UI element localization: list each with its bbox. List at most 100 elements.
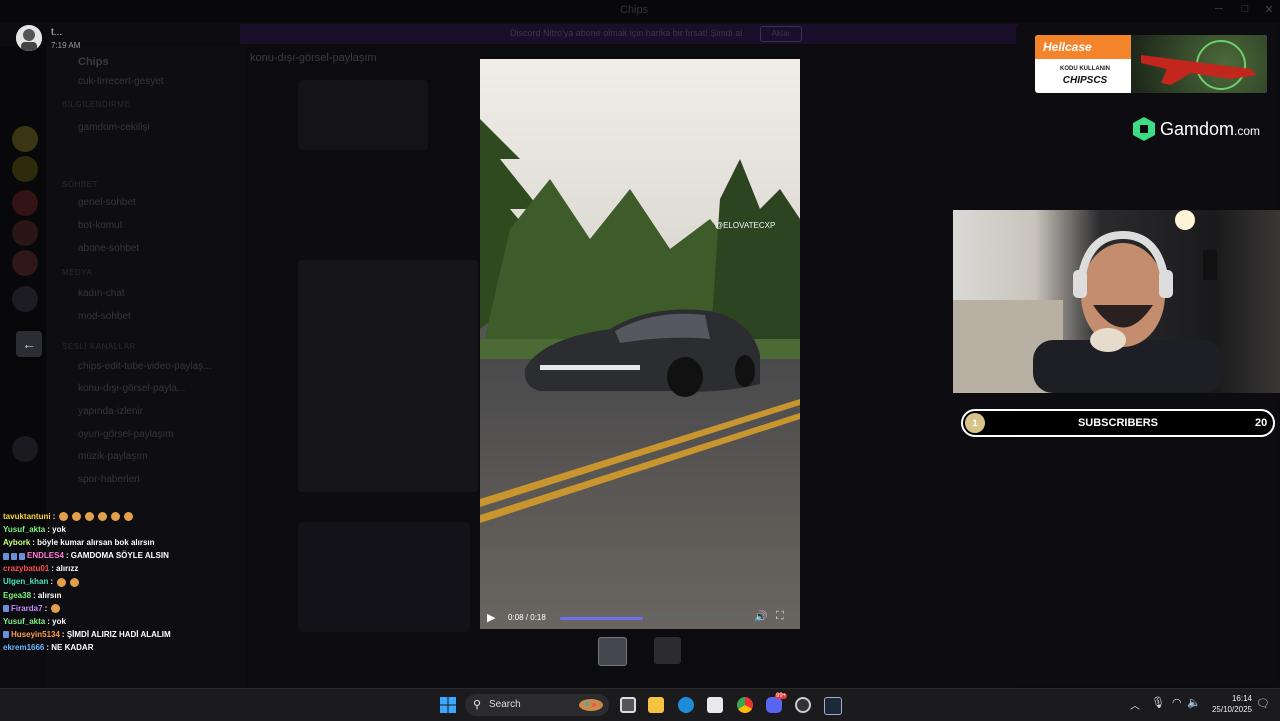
server-icon (12, 156, 38, 182)
chat-text: ŞİMDİ ALIRIZ HADİ ALALIM (66, 629, 171, 639)
chat-username: ekrem1666 (3, 642, 45, 652)
channel-header: konu-dışı-görsel-paylaşım (250, 52, 377, 64)
channel-item: chips-edit-tube-video-paylaş... (78, 361, 212, 372)
seek-bar-progress (560, 617, 643, 620)
video-time: 0:08 / 0:18 (508, 613, 546, 622)
discord-icon[interactable] (766, 697, 782, 713)
chat-username: Yusuf_akta (3, 616, 46, 626)
seek-bar[interactable] (560, 617, 748, 620)
chat-badge-icon (11, 552, 17, 560)
channel-item: konu-dışı-görsel-payla... (78, 383, 186, 394)
message-image (298, 260, 478, 492)
video-player[interactable]: @ELOVATECXP (480, 59, 800, 629)
file-explorer-icon[interactable] (648, 697, 664, 713)
edge-icon[interactable] (678, 697, 694, 713)
chat-badge-icon (3, 631, 9, 639)
webcam-feed (953, 210, 1280, 393)
volume-button[interactable]: 🔊 (754, 610, 768, 623)
wifi-icon[interactable]: ◠ (1172, 696, 1182, 709)
play-icon: ▶ (487, 612, 496, 624)
subscriber-count: 1 (965, 413, 985, 433)
fullscreen-icon: ⛶ (776, 610, 784, 622)
channel-category: BİLGİLENDİRME (62, 100, 131, 109)
background-app-title: Chips (620, 4, 649, 16)
avatar (16, 25, 42, 51)
chat-text: yok (52, 525, 66, 535)
media-thumbnail[interactable] (654, 637, 681, 664)
chat-emote-icon (51, 604, 61, 614)
channel-item: cuk-tirrecert-gesyet (78, 76, 164, 87)
back-button[interactable]: ← (16, 331, 42, 357)
chat-username: Aybork (3, 538, 31, 548)
tray-overflow-icon[interactable]: ︿ (1130, 697, 1140, 712)
minimize-icon: ─ (1215, 3, 1223, 15)
store-icon[interactable] (707, 697, 723, 713)
server-icon (12, 220, 38, 246)
chat-text: NE KADAR (51, 642, 94, 652)
chat-message: crazybatu01: alırızz (3, 562, 303, 575)
gamdom-suffix: .com (1234, 124, 1261, 138)
play-button[interactable]: ▶ (487, 611, 495, 624)
chat-emote-icon (57, 577, 67, 587)
channel-item: müzik-paylaşım (78, 451, 148, 462)
channel-item: abone-sohbet (78, 243, 140, 254)
hellcase-code-label: KODU KULLANIN (1060, 66, 1110, 72)
chat-emote-icon (72, 512, 82, 522)
obs-icon[interactable] (795, 697, 811, 713)
chat-message: Firarda7: (3, 602, 303, 615)
chat-separator: : (52, 512, 58, 521)
chat-emote-icon (111, 512, 121, 522)
chat-username: tavuktantuni (3, 512, 51, 521)
taskbar: ⚲ Search 99+ ︿ 🎙 ◠ 🔈 16:14 25/10/2025 🗨 (0, 688, 1280, 721)
notification-icon[interactable]: 🗨 (1256, 697, 1270, 710)
chat-text: GAMDOMA SÖYLE ALSIN (70, 551, 169, 561)
subscriber-goal-target: 20 (1255, 417, 1268, 429)
microphone-icon[interactable]: 🎙 (1151, 696, 1165, 709)
server-icon (12, 436, 38, 462)
channel-item: oyun-görsel-paylaşım (78, 429, 174, 440)
taskbar-search[interactable]: ⚲ Search (465, 694, 609, 716)
chat-emote-icon (98, 512, 108, 522)
chat-badge-icon (3, 552, 9, 560)
chat-message: ekrem1666: NE KADAR (3, 641, 303, 654)
server-list (0, 46, 46, 566)
close-icon: ✕ (1264, 4, 1274, 16)
fullscreen-button[interactable]: ⛶ (776, 610, 784, 623)
media-thumbnail[interactable] (598, 637, 627, 666)
chrome-icon[interactable] (737, 697, 753, 713)
chat-badge-icon (19, 552, 25, 560)
search-placeholder: Search (489, 699, 521, 710)
server-icon (12, 286, 38, 312)
chat-username: Ulgen_khan (3, 577, 49, 587)
server-icon (12, 250, 38, 276)
channel-item: yapında-izlenir (78, 406, 144, 417)
chat-message: Yusuf_akta: yok (3, 523, 303, 536)
chat-emote-icon (59, 512, 69, 522)
chat-badge-icon (3, 605, 9, 613)
task-view-icon[interactable] (620, 697, 636, 713)
channel-category: SOHBET (62, 180, 98, 189)
steam-icon[interactable] (824, 697, 842, 715)
chat-text: yok (52, 616, 66, 626)
channel-item: genel-sohbet (78, 197, 136, 208)
channel-category: MEDYA (62, 268, 93, 277)
chat-separator: : (44, 603, 50, 613)
channel-item: bot-komut (78, 220, 123, 231)
chat-username: crazybatu01 (3, 564, 50, 574)
nitro-banner-button: Aktar (760, 26, 802, 42)
server-name: Chips (78, 56, 109, 68)
start-button[interactable] (440, 697, 456, 713)
clock-time[interactable]: 16:14 (1220, 694, 1252, 703)
gamdom-name: Gamdom (1160, 119, 1235, 139)
server-icon (12, 190, 38, 216)
chat-message: ENDLES4: GAMDOMA SÖYLE ALSIN (3, 549, 303, 562)
start-icon (440, 697, 456, 713)
video-controls: ▶ 0:08 / 0:18 🔊 ⛶ (480, 607, 800, 629)
volume-tray-icon[interactable]: 🔈 (1187, 696, 1201, 709)
chat-emote-icon (124, 512, 134, 522)
maximize-icon: □ (1241, 3, 1249, 15)
chat-username: Firarda7 (11, 603, 43, 613)
clock-date[interactable]: 25/10/2025 (1204, 705, 1252, 714)
hellcase-name: Hellcase (1043, 40, 1092, 54)
channel-item: mod-sohbet (78, 311, 131, 322)
